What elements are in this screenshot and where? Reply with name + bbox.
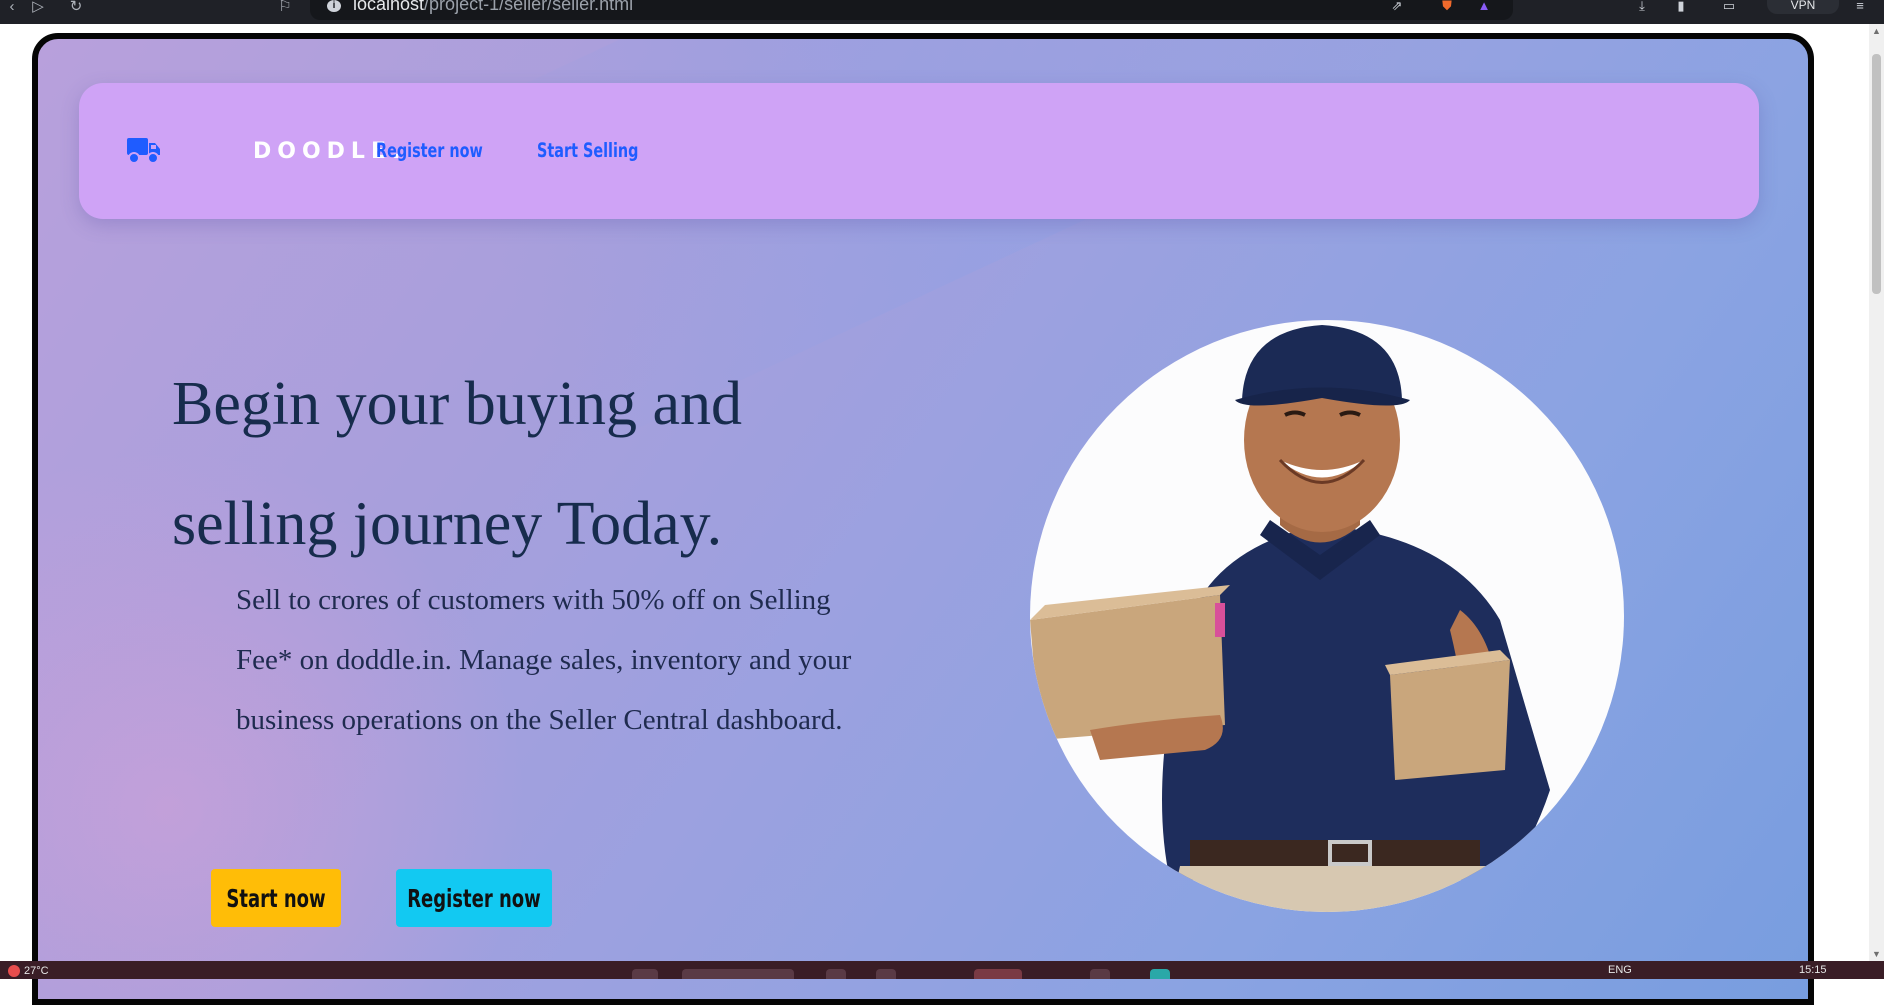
weather-widget[interactable]: 27°C (8, 965, 49, 978)
hero-description: Sell to crores of customers with 50% off… (236, 584, 852, 736)
os-taskbar: 27°C ENG 15:15 (0, 961, 1884, 979)
truck-icon[interactable] (127, 136, 161, 164)
scroll-down-icon[interactable]: ▼ (1869, 947, 1884, 961)
download-icon[interactable]: ⤓ (1633, 0, 1651, 14)
taskbar-app-icon[interactable] (1150, 969, 1170, 979)
rewards-icon[interactable]: ▲ (1475, 0, 1493, 14)
register-now-button[interactable]: Register now (396, 869, 552, 927)
weather-icon (8, 965, 20, 978)
navbar: DOODLE. Register now Start Selling (79, 83, 1759, 219)
share-icon[interactable]: ⇗ (1388, 0, 1406, 14)
page-scrollbar[interactable]: ▲ ▼ (1869, 24, 1884, 961)
wallet-icon[interactable]: ▭ (1720, 0, 1738, 14)
taskbar-app-icon[interactable] (1090, 969, 1110, 979)
address-url[interactable]: localhost/project-1/seller/seller.html (353, 0, 633, 15)
scroll-up-icon[interactable]: ▲ (1869, 24, 1884, 38)
taskbar-search[interactable] (682, 969, 794, 979)
bookmark-icon[interactable]: ⚐ (275, 0, 295, 20)
nav-start-selling-link[interactable]: Start Selling (537, 139, 638, 162)
address-bar[interactable]: i localhost/project-1/seller/seller.html… (310, 0, 1513, 20)
taskbar-app-icon[interactable] (876, 969, 896, 979)
scroll-thumb[interactable] (1872, 54, 1881, 294)
hero-image (1030, 320, 1624, 912)
taskbar-clock[interactable]: 15:15 (1799, 964, 1827, 976)
taskbar-app-icon[interactable] (974, 969, 1022, 979)
hero-title: Begin your buying and selling journey To… (172, 370, 742, 558)
brave-shield-icon[interactable]: ⛊ (1438, 0, 1456, 14)
browser-toolbar: ‹ ▷ ↻ ⚐ i localhost/project-1/seller/sel… (0, 0, 1884, 24)
taskbar-app-icon[interactable] (826, 969, 846, 979)
delivery-man-photo (1030, 325, 1550, 912)
nav-register-link[interactable]: Register now (376, 139, 483, 162)
language-indicator[interactable]: ENG (1608, 964, 1632, 976)
reload-icon[interactable]: ↻ (66, 0, 86, 20)
start-menu-icon[interactable] (632, 969, 658, 979)
start-now-button[interactable]: Start now (211, 869, 341, 927)
menu-icon[interactable]: ≡ (1851, 0, 1869, 14)
vpn-button[interactable]: VPN (1767, 0, 1839, 14)
sidebar-icon[interactable]: ▮ (1672, 0, 1690, 14)
back-icon[interactable]: ‹ (2, 0, 22, 20)
site-info-icon[interactable]: i (327, 0, 341, 12)
forward-icon[interactable]: ▷ (28, 0, 48, 20)
